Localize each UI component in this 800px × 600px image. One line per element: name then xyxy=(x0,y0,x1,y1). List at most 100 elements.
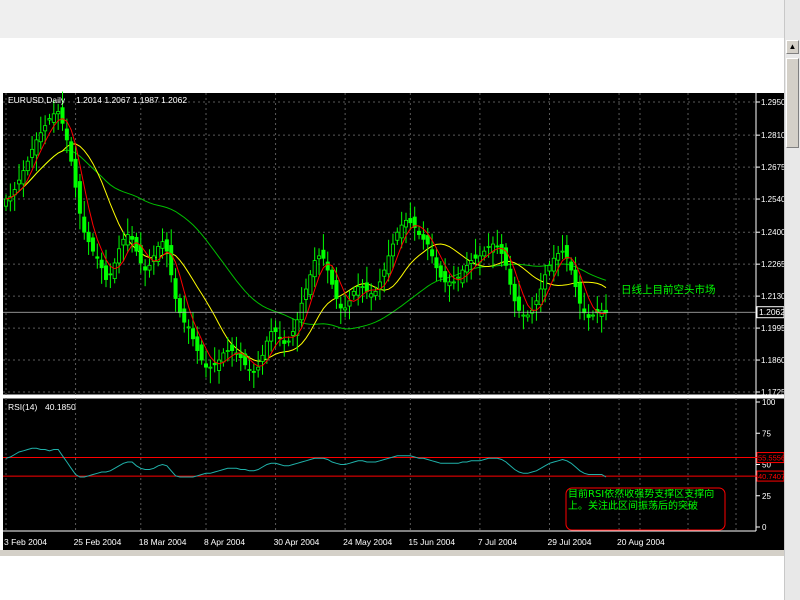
candle-body xyxy=(312,260,317,278)
candle-body xyxy=(286,340,291,343)
candle-body xyxy=(551,257,556,272)
candle-body xyxy=(399,224,404,239)
toolbar-band xyxy=(0,0,784,38)
time-tick-label: 7 Jul 2004 xyxy=(478,537,517,547)
time-tick-label: 20 Aug 2004 xyxy=(617,537,665,547)
candle-body xyxy=(456,276,461,279)
candle-body xyxy=(495,245,500,248)
candle-body xyxy=(417,230,422,235)
candle-body xyxy=(282,340,287,344)
candle-body xyxy=(386,255,391,275)
candle-body xyxy=(264,340,269,360)
candle-body xyxy=(330,269,335,285)
candle-body xyxy=(117,248,122,264)
candle-body xyxy=(347,300,352,307)
candle-body xyxy=(212,362,217,366)
price-tick-label: 1.1725 xyxy=(761,388,784,397)
status-area xyxy=(0,556,784,600)
candle-body xyxy=(451,281,456,284)
candle-body xyxy=(17,179,22,185)
candle-body xyxy=(325,261,330,271)
candle-body xyxy=(403,219,408,228)
rsi-annotation: 目前RSI依然收强势支撑区支撑向上。关注此区间振荡后的突破 xyxy=(568,489,715,512)
candle-body xyxy=(273,327,278,333)
chart-canvas[interactable]: 1.2950 1.2810 1.2675 1.2540 1.2400 1.2265 1.21… xyxy=(0,90,784,550)
candle-body xyxy=(590,314,595,317)
candle-body xyxy=(538,288,543,306)
rsi-current-value: 40.1850 xyxy=(45,402,76,412)
candle-body xyxy=(99,259,104,269)
candle-body xyxy=(364,282,369,292)
candle-body xyxy=(30,148,35,158)
candle-body xyxy=(569,261,574,271)
candle-body xyxy=(230,344,235,351)
time-tick-label: 3 Feb 2004 xyxy=(4,537,47,547)
candle-body xyxy=(421,234,426,240)
price-tick-label: 1.1995 xyxy=(761,324,784,333)
window-background: ▲ 1.2950 1.2810 1.2675 1.2540 1.2400 1.2265 1.… xyxy=(0,0,800,600)
candle-body xyxy=(86,231,91,243)
candle-body xyxy=(4,198,9,207)
candle-body xyxy=(21,170,26,185)
candle-body xyxy=(560,250,565,253)
rsi-annotation-wrap: 目前RSI依然收强势支撑区支撑向上。关注此区间振荡后的突破 xyxy=(568,489,715,512)
candle-body xyxy=(147,264,152,271)
candle-body xyxy=(256,366,261,371)
candle-body xyxy=(90,237,95,252)
candle-body xyxy=(373,290,378,297)
candle-body xyxy=(160,241,165,249)
candle-body xyxy=(460,269,465,284)
time-tick-label: 15 Jun 2004 xyxy=(408,537,455,547)
candle-body xyxy=(573,269,578,288)
candle-body xyxy=(43,125,48,132)
candle-body xyxy=(34,139,39,156)
candle-body xyxy=(251,371,256,373)
candle-body xyxy=(512,283,517,302)
candle-body xyxy=(164,239,169,252)
candle-body xyxy=(521,314,526,317)
candle-body xyxy=(469,260,474,264)
candle-body xyxy=(290,331,295,336)
candle-body xyxy=(169,245,174,276)
rsi-level-tag: 55.5556 xyxy=(758,454,784,463)
candle-body xyxy=(25,160,30,172)
candle-body xyxy=(51,113,56,123)
candle-body xyxy=(351,290,356,296)
candle-body xyxy=(564,245,569,259)
time-tick-label: 30 Apr 2004 xyxy=(274,537,320,547)
candle-body xyxy=(438,265,443,278)
candle-body xyxy=(517,296,522,311)
scrollbar-thumb[interactable] xyxy=(786,58,799,148)
candle-body xyxy=(69,141,74,162)
candle-body xyxy=(95,256,100,259)
time-tick-label: 8 Apr 2004 xyxy=(204,537,245,547)
candle-body xyxy=(586,314,591,318)
candle-body xyxy=(186,326,191,329)
rsi-tick-label: 75 xyxy=(762,429,771,438)
candle-body xyxy=(334,280,339,299)
price-tick-label: 1.2675 xyxy=(761,163,784,172)
candle-body xyxy=(203,363,208,368)
candle-body xyxy=(390,243,395,257)
candle-body xyxy=(104,265,109,280)
candle-body xyxy=(317,255,322,260)
candle-body xyxy=(121,238,126,246)
candle-body xyxy=(443,271,448,283)
price-tick-label: 1.2400 xyxy=(761,228,784,237)
candle-body xyxy=(303,288,308,300)
candle-body xyxy=(190,328,195,340)
price-tick-label: 1.2950 xyxy=(761,98,784,107)
candle-body xyxy=(73,158,78,188)
candle-body xyxy=(369,293,374,298)
candle-body xyxy=(308,274,313,296)
candle-body xyxy=(173,278,178,299)
rsi-tick-label: 100 xyxy=(762,398,776,407)
candle-body xyxy=(134,237,139,252)
time-tick-label: 18 Mar 2004 xyxy=(139,537,187,547)
vertical-scrollbar[interactable]: ▲ xyxy=(784,0,800,600)
scroll-up-icon[interactable]: ▲ xyxy=(786,40,799,54)
rsi-tick-label: 0 xyxy=(762,523,767,532)
candle-body xyxy=(556,253,561,261)
price-tick-label: 1.1860 xyxy=(761,356,784,365)
candle-body xyxy=(482,250,487,257)
